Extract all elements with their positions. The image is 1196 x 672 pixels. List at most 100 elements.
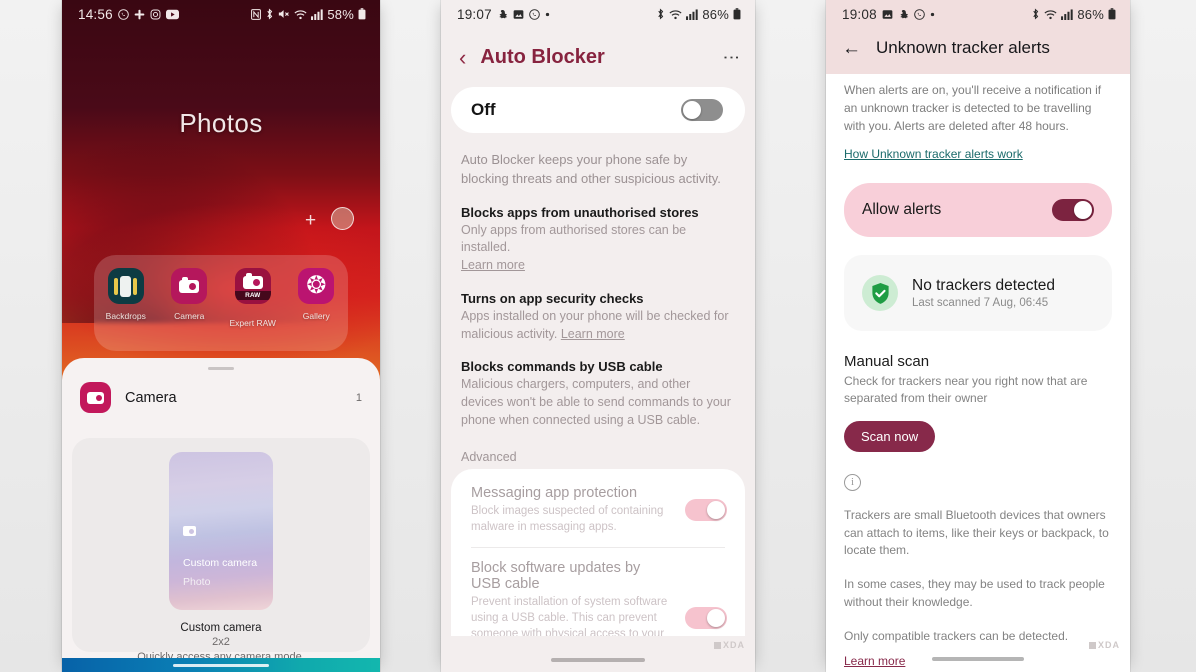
feature-title: Blocks commands by USB cable <box>461 359 663 375</box>
scan-now-button[interactable]: Scan now <box>844 420 936 452</box>
more-options-icon[interactable]: ⋮ <box>722 49 741 66</box>
bluetooth-icon <box>656 8 665 20</box>
auto-blocker-switch[interactable] <box>681 99 723 121</box>
scan-status-title: No trackers detected <box>912 277 1056 294</box>
allow-alerts-switch[interactable] <box>1052 199 1094 221</box>
status-battery: 86% <box>1077 6 1104 22</box>
learn-more-link[interactable]: Learn more <box>461 258 525 272</box>
preview-mode: Photo <box>183 576 211 588</box>
dock-app-expert-raw[interactable]: RAW Gallery Expert RAW <box>225 268 281 328</box>
page-title: Photos <box>179 108 263 138</box>
gesture-nav-bar[interactable] <box>932 657 1024 661</box>
info-icon: i <box>844 473 861 491</box>
bluetooth-icon <box>265 8 274 20</box>
gallery-icon: ❂ <box>298 268 335 304</box>
advanced-item-messaging-protection[interactable]: Messaging app protection Block images su… <box>451 473 745 548</box>
widget-preview: Custom camera Photo <box>169 452 273 610</box>
xda-watermark: XDA <box>713 640 745 650</box>
allow-alerts-label: Allow alerts <box>862 201 942 218</box>
auto-blocker-state-label: Off <box>471 100 496 119</box>
status-time: 19:07 <box>457 6 492 22</box>
phone2-screen: 19:07 86% ‹ Auto Blocker ⋮ Off Auto Bloc… <box>441 0 755 672</box>
info-paragraph: Trackers are small Bluetooth devices tha… <box>844 507 1109 558</box>
usb-software-block-switch[interactable] <box>685 606 727 629</box>
preview-title: Custom camera <box>183 556 258 569</box>
learn-more-link[interactable]: Learn more <box>561 327 625 341</box>
instagram-icon <box>150 9 161 20</box>
allow-alerts-row[interactable]: Allow alerts <box>844 183 1112 237</box>
status-battery: 86% <box>702 6 729 22</box>
widget-picker-sheet: Camera 1 Custom camera Photo Custom came… <box>62 358 380 663</box>
bluetooth-icon <box>1031 8 1040 20</box>
phone-screenshot-3: 19:08 86% ← Unknown tracker alerts When … <box>826 0 1130 672</box>
dot-icon <box>930 12 935 17</box>
scan-status-subtitle: Last scanned 7 Aug, 06:45 <box>912 297 1049 309</box>
feature-title: Blocks apps from unauthorised stores <box>461 204 699 220</box>
add-widget-icon[interactable]: + <box>305 210 316 232</box>
backdrops-icon <box>107 268 144 304</box>
feature-item: Turns on app security checks Apps instal… <box>461 291 735 344</box>
phone1-screen: 14:56 58% Photos + Backdrops Camera RAW … <box>62 0 380 672</box>
app-bar: ← Unknown tracker alerts <box>826 28 1130 74</box>
whatsapp-icon <box>914 8 925 20</box>
shield-check-icon <box>862 275 898 311</box>
battery-icon <box>1108 8 1116 20</box>
scan-status-card: No trackers detected Last scanned 7 Aug,… <box>844 255 1112 331</box>
feature-desc: Only apps from authorised stores can be … <box>461 222 687 255</box>
camera-icon <box>183 526 196 536</box>
manual-scan-desc: Check for trackers near you right now th… <box>844 374 1088 406</box>
phone3-header: 19:08 86% ← Unknown tracker alerts <box>826 0 1130 74</box>
widget-app-row[interactable]: Camera 1 <box>62 370 380 427</box>
expert-raw-icon: RAW <box>234 268 271 304</box>
phone2-content: Auto Blocker keeps your phone safe by bl… <box>441 139 755 430</box>
phone-screenshot-1: 14:56 58% Photos + Backdrops Camera RAW … <box>62 0 380 672</box>
messaging-protection-switch[interactable] <box>685 499 727 522</box>
nfc-icon <box>251 8 262 20</box>
advanced-item-desc: Block images suspected of containing mal… <box>471 504 664 533</box>
wifi-icon <box>1044 9 1057 20</box>
avatar[interactable] <box>331 207 354 230</box>
gesture-nav-bar[interactable] <box>173 663 269 667</box>
feature-desc: Malicious chargers, computers, and other… <box>461 377 731 427</box>
dock-app-label: Camera <box>174 311 205 321</box>
manual-scan-section: Manual scan Check for trackers near you … <box>844 353 1112 452</box>
snapchat-icon <box>898 9 909 20</box>
dock-app-label: Gallery <box>302 311 330 321</box>
widget-count: 1 <box>355 391 362 404</box>
phone2-status-bar: 19:07 86% <box>441 0 755 28</box>
home-dock: Backdrops Camera RAW Gallery Expert RAW … <box>94 255 348 351</box>
snapchat-icon <box>497 9 508 20</box>
info-paragraph: Only compatible trackers can be detected… <box>844 628 1069 643</box>
dock-app-backdrops[interactable]: Backdrops <box>98 268 154 321</box>
how-tracker-alerts-work-link[interactable]: How Unknown tracker alerts work <box>844 147 1023 161</box>
page-title: Unknown tracker alerts <box>876 38 1050 57</box>
phone-screenshot-2: 19:07 86% ‹ Auto Blocker ⋮ Off Auto Bloc… <box>441 0 755 672</box>
dock-app-label: Backdrops <box>105 311 146 321</box>
signal-icon <box>1061 8 1074 20</box>
info-paragraph: In some cases, they may be used to track… <box>844 577 1105 609</box>
xda-watermark: XDA <box>1088 640 1120 650</box>
status-time: 19:08 <box>842 6 877 22</box>
wifi-icon <box>294 9 307 20</box>
back-arrow-icon[interactable]: ← <box>842 39 861 58</box>
auto-blocker-toggle-row[interactable]: Off <box>451 87 745 133</box>
gesture-nav-bar[interactable] <box>551 658 645 662</box>
learn-more-link[interactable]: Learn more <box>844 654 905 668</box>
dock-app-label: Expert RAW <box>229 318 276 328</box>
gallery-icon <box>882 9 893 20</box>
gallery-icon <box>513 9 524 20</box>
page-title: Auto Blocker <box>480 46 605 68</box>
mute-icon <box>278 8 290 20</box>
slack-icon <box>134 9 145 20</box>
phone2-header: 19:07 86% ‹ Auto Blocker ⋮ Off <box>441 0 755 139</box>
youtube-icon <box>165 9 179 20</box>
status-time: 14:56 <box>78 6 113 22</box>
status-battery: 58% <box>327 6 354 22</box>
feature-item: Blocks commands by USB cable Malicious c… <box>461 359 735 429</box>
app-bar: ‹ Auto Blocker ⋮ <box>441 28 755 83</box>
back-button[interactable]: ‹ <box>459 46 466 69</box>
dock-app-camera[interactable]: Camera <box>161 268 217 321</box>
tracker-alerts-description: When alerts are on, you'll receive a not… <box>844 83 1102 133</box>
dock-app-gallery[interactable]: ❂ Gallery <box>288 268 344 321</box>
widget-card[interactable]: Custom camera Photo Custom camera 2x2 Qu… <box>72 438 370 663</box>
